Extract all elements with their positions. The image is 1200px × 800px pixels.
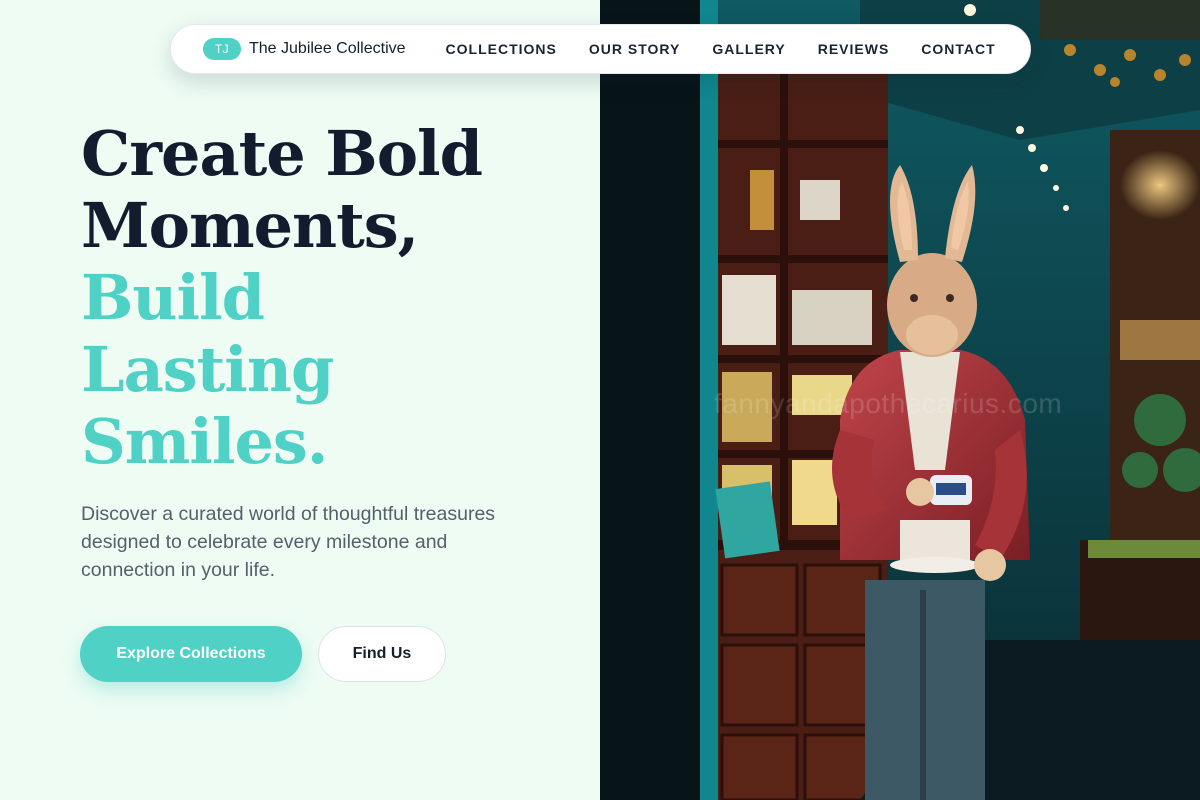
headline-line: Moments, bbox=[81, 189, 419, 262]
brand-logo[interactable]: TJ The Jubilee Collective bbox=[203, 38, 406, 60]
image-watermark: fannyandapothecarius.com bbox=[714, 388, 1063, 419]
top-navigation: TJ The Jubilee Collective COLLECTIONS OU… bbox=[170, 24, 1031, 74]
hero-description: Discover a curated world of thoughtful t… bbox=[81, 503, 496, 581]
nav-link-reviews[interactable]: REVIEWS bbox=[818, 41, 890, 57]
find-us-button[interactable]: Find Us bbox=[318, 626, 446, 682]
logo-badge: TJ bbox=[203, 38, 241, 60]
nav-link-contact[interactable]: CONTACT bbox=[921, 41, 995, 57]
headline-accent-line: Smiles. bbox=[81, 405, 328, 478]
explore-collections-button[interactable]: Explore Collections bbox=[80, 626, 302, 682]
hero-headline: Create Bold Moments, Build Lasting Smile… bbox=[81, 117, 483, 478]
nav-link-gallery[interactable]: GALLERY bbox=[712, 41, 785, 57]
headline-line: Create Bold bbox=[81, 117, 483, 190]
brand-name: The Jubilee Collective bbox=[249, 40, 406, 57]
headline-accent-line: Build bbox=[81, 261, 265, 334]
nav-links: COLLECTIONS OUR STORY GALLERY REVIEWS CO… bbox=[446, 41, 996, 57]
nav-link-our-story[interactable]: OUR STORY bbox=[589, 41, 680, 57]
nav-link-collections[interactable]: COLLECTIONS bbox=[446, 41, 557, 57]
hero-shop-photo: fannyandapothecarius.com bbox=[600, 0, 1200, 800]
headline-accent-line: Lasting bbox=[81, 333, 334, 406]
